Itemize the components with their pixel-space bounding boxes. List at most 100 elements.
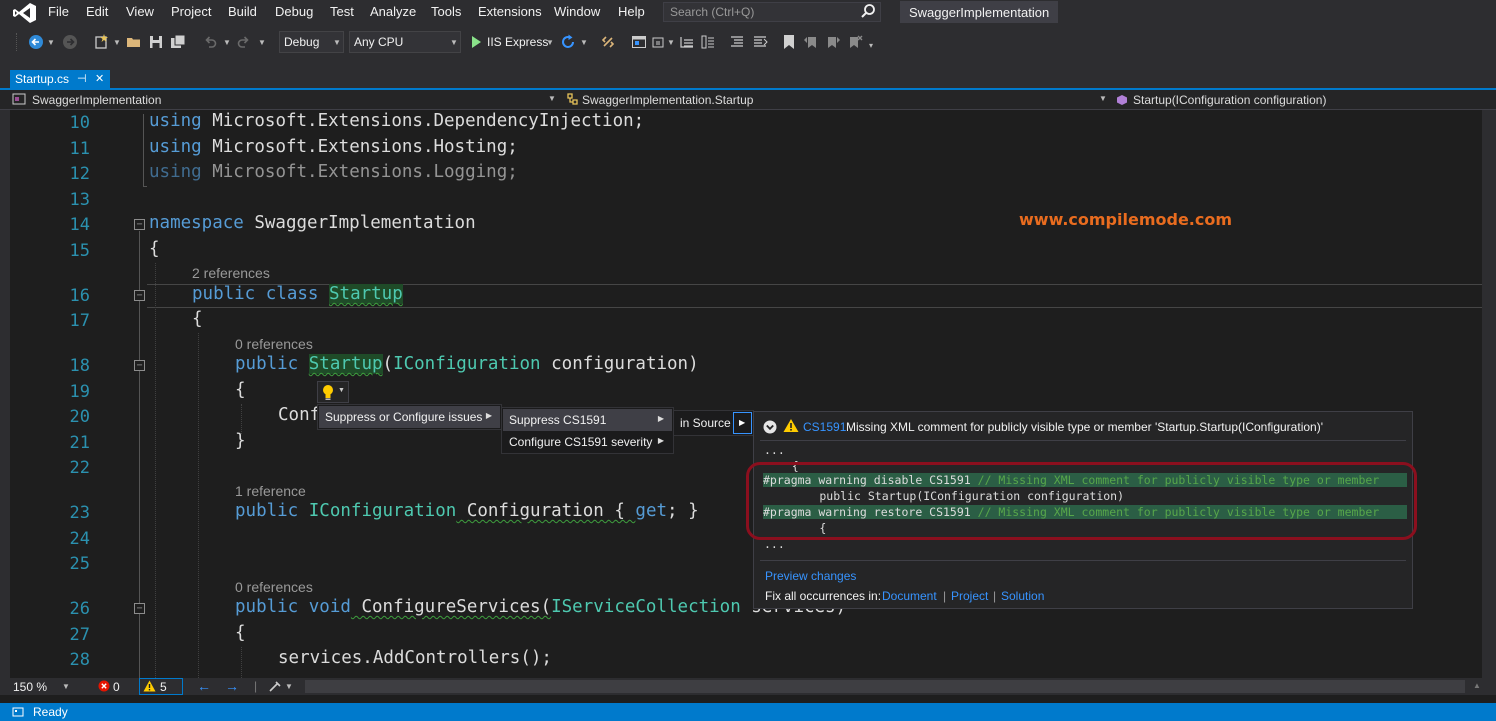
code-line-19[interactable]: {: [235, 380, 246, 400]
new-dropdown-icon[interactable]: ▼: [113, 38, 121, 47]
comment-lines-icon[interactable]: [729, 34, 745, 50]
search-input[interactable]: Search (Ctrl+Q): [663, 2, 881, 22]
code-line-23[interactable]: public IConfiguration Configuration { ge…: [235, 501, 699, 521]
codelens-ctor-references[interactable]: 0 references: [235, 336, 313, 352]
layout-icon[interactable]: [651, 34, 667, 50]
platform-select[interactable]: Any CPU: [349, 31, 461, 53]
menu-item-suppress-or-configure[interactable]: Suppress or Configure issues ▶: [319, 406, 500, 428]
collapse-namespace-icon[interactable]: −: [134, 219, 145, 230]
code-cleanup-dropdown-icon[interactable]: ▼: [285, 682, 293, 691]
menu-item-suppress-cs1591[interactable]: Suppress CS1591 ▶: [503, 409, 672, 431]
zoom-dropdown-icon[interactable]: ▼: [62, 682, 70, 691]
menu-project[interactable]: Project: [171, 4, 211, 19]
step-into-icon[interactable]: [679, 34, 695, 50]
code-line-21[interactable]: }: [235, 431, 246, 451]
quick-actions-lightbulb[interactable]: ▼: [317, 381, 349, 403]
codelens-method-references[interactable]: 0 references: [235, 579, 313, 595]
error-icon[interactable]: [98, 680, 110, 692]
undo-icon[interactable]: [202, 34, 218, 50]
code-line-27[interactable]: {: [235, 623, 246, 643]
fix-all-solution-link[interactable]: Solution: [1001, 589, 1044, 603]
save-icon[interactable]: [148, 34, 164, 50]
menu-debug[interactable]: Debug: [275, 4, 313, 19]
tab-startup-cs[interactable]: Startup.cs ⊣ ✕: [10, 70, 110, 89]
collapse-method-icon[interactable]: −: [134, 603, 145, 614]
code-line-10[interactable]: using Microsoft.Extensions.DependencyInj…: [149, 111, 644, 131]
previous-issue-icon[interactable]: ←: [197, 678, 211, 694]
menu-build[interactable]: Build: [228, 4, 257, 19]
code-line-28[interactable]: services.AddControllers();: [278, 648, 552, 668]
collapse-class-icon[interactable]: −: [134, 290, 145, 301]
menu-test[interactable]: Test: [330, 4, 354, 19]
clear-bookmarks-icon[interactable]: [847, 34, 863, 50]
error-count[interactable]: 0: [113, 680, 120, 694]
code-line-14[interactable]: namespace SwaggerImplementation: [149, 213, 476, 233]
back-arrow-icon[interactable]: [28, 34, 44, 50]
refresh-icon[interactable]: [560, 34, 576, 50]
code-line-20[interactable]: Conf: [278, 405, 320, 425]
menu-help[interactable]: Help: [618, 4, 645, 19]
code-cleanup-icon[interactable]: [268, 680, 282, 693]
menu-extensions[interactable]: Extensions: [478, 4, 542, 19]
zoom-level-select[interactable]: 150 %: [13, 680, 47, 694]
refresh-dropdown-icon[interactable]: ▼: [580, 38, 588, 47]
type-nav-dropdown-icon[interactable]: ▼: [1099, 94, 1107, 103]
method-configureservices[interactable]: ConfigureServices(: [351, 597, 551, 617]
code-line-17[interactable]: {: [192, 309, 203, 329]
close-tab-icon[interactable]: ✕: [95, 72, 104, 85]
collapse-circle-icon[interactable]: [763, 420, 777, 434]
horizontal-scrollbar[interactable]: [305, 680, 1465, 693]
vertical-scrollbar[interactable]: [1482, 110, 1496, 678]
save-all-icon[interactable]: [170, 34, 186, 50]
undo-dropdown-icon[interactable]: ▼: [223, 38, 231, 47]
window-icon[interactable]: [631, 34, 647, 50]
toolbar-overflow-icon[interactable]: ▾: [869, 41, 873, 50]
menu-file[interactable]: File: [48, 4, 69, 19]
property-configuration[interactable]: Configuration {: [456, 501, 635, 521]
menu-edit[interactable]: Edit: [86, 4, 108, 19]
prev-bookmark-icon[interactable]: [803, 34, 819, 50]
project-nav-select[interactable]: SwaggerImplementation ▼: [12, 91, 558, 109]
diagnostic-code-link[interactable]: CS1591: [803, 420, 846, 434]
code-line-15[interactable]: {: [149, 239, 160, 259]
run-play-icon[interactable]: [468, 34, 484, 50]
collapse-ctor-icon[interactable]: −: [134, 360, 145, 371]
menu-item-configure-severity[interactable]: Configure CS1591 severity ▶: [503, 431, 672, 453]
menu-analyze[interactable]: Analyze: [370, 4, 416, 19]
redo-dropdown-icon[interactable]: ▼: [258, 38, 266, 47]
next-bookmark-icon[interactable]: [825, 34, 841, 50]
codelens-class-references[interactable]: 2 references: [192, 265, 270, 281]
layout-dropdown-icon[interactable]: ▼: [667, 38, 675, 47]
menu-window[interactable]: Window: [554, 4, 600, 19]
forward-arrow-icon[interactable]: [62, 34, 78, 50]
class-name-startup[interactable]: Startup: [329, 284, 403, 304]
browser-link-icon[interactable]: [600, 34, 616, 50]
bookmark-icon[interactable]: [781, 34, 797, 50]
code-line-11[interactable]: using Microsoft.Extensions.Hosting;: [149, 137, 518, 157]
member-nav-select[interactable]: Startup(IConfiguration configuration): [1116, 91, 1482, 109]
new-project-icon[interactable]: [93, 34, 109, 50]
uncomment-lines-icon[interactable]: [752, 34, 768, 50]
lightbulb-dropdown-icon[interactable]: ▼: [338, 387, 345, 394]
search-icon[interactable]: [860, 3, 876, 19]
type-nav-select[interactable]: SwaggerImplementation.Startup ▼: [565, 91, 1108, 109]
redo-icon[interactable]: [236, 34, 252, 50]
scroll-right-icon[interactable]: ▲: [1473, 681, 1481, 690]
codelens-prop-references[interactable]: 1 reference: [235, 483, 306, 499]
menu-tools[interactable]: Tools: [431, 4, 461, 19]
pin-icon[interactable]: ⊣: [77, 72, 87, 85]
in-source-expand-button[interactable]: ▶: [733, 412, 752, 434]
configuration-dropdown-icon[interactable]: ▼: [333, 38, 341, 47]
toolbar-grip[interactable]: [16, 33, 20, 51]
fix-all-project-link[interactable]: Project: [951, 589, 988, 603]
menu-view[interactable]: View: [126, 4, 154, 19]
run-target-dropdown-icon[interactable]: ▼: [546, 38, 554, 47]
ctor-name-startup[interactable]: Startup: [308, 354, 383, 374]
platform-dropdown-icon[interactable]: ▼: [450, 38, 458, 47]
preview-changes-link[interactable]: Preview changes: [765, 569, 856, 583]
code-line-18[interactable]: public Startup(IConfiguration configurat…: [235, 354, 699, 374]
tree-view-icon[interactable]: [700, 34, 716, 50]
fix-all-document-link[interactable]: Document: [882, 589, 937, 603]
next-issue-icon[interactable]: →: [225, 678, 239, 694]
code-line-12[interactable]: using Microsoft.Extensions.Logging;: [149, 162, 518, 182]
